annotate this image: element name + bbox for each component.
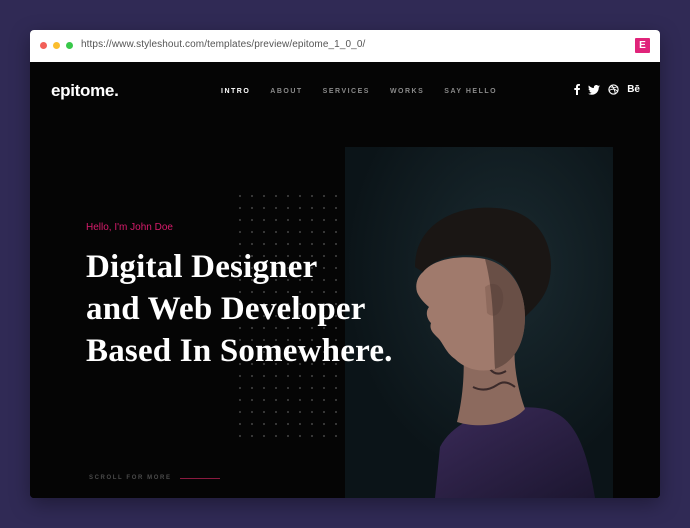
scroll-label: SCROLL FOR MORE — [89, 475, 172, 481]
headline-line-1: Digital Designer — [86, 249, 318, 285]
headline-line-3: Based In Somewhere. — [86, 333, 393, 369]
scroll-line-decoration — [179, 477, 220, 479]
headline-line-2: and Web Developer — [86, 291, 366, 327]
maximize-window-button[interactable] — [66, 42, 73, 49]
nav-link-say-hello[interactable]: SAY HELLO — [444, 88, 497, 95]
twitter-icon[interactable] — [588, 84, 601, 95]
nav-link-works[interactable]: WORKS — [390, 88, 424, 95]
extension-icon[interactable]: E — [635, 38, 650, 53]
nav-link-about[interactable]: ABOUT — [270, 88, 302, 95]
scroll-for-more-link[interactable]: SCROLL FOR MORE — [89, 475, 220, 481]
facebook-icon[interactable] — [574, 84, 581, 95]
main-nav: INTRO ABOUT SERVICES WORKS SAY HELLO — [221, 88, 517, 95]
site-logo[interactable]: epitome. — [51, 81, 119, 101]
browser-window: https://www.styleshout.com/templates/pre… — [30, 30, 660, 498]
nav-link-intro[interactable]: INTRO — [221, 88, 250, 95]
hero-greeting: Hello, I'm John Doe — [86, 222, 173, 233]
behance-icon[interactable]: Bē — [627, 84, 640, 95]
nav-link-services[interactable]: SERVICES — [323, 88, 370, 95]
address-bar[interactable]: https://www.styleshout.com/templates/pre… — [81, 39, 365, 50]
dribbble-icon[interactable] — [608, 84, 619, 95]
browser-toolbar: https://www.styleshout.com/templates/pre… — [30, 30, 660, 62]
hero-headline: Digital Designer and Web Developer Based… — [86, 246, 393, 372]
page-content: epitome. INTRO ABOUT SERVICES WORKS SAY … — [30, 62, 660, 498]
minimize-window-button[interactable] — [53, 42, 60, 49]
social-links: Bē — [574, 84, 640, 95]
close-window-button[interactable] — [40, 42, 47, 49]
